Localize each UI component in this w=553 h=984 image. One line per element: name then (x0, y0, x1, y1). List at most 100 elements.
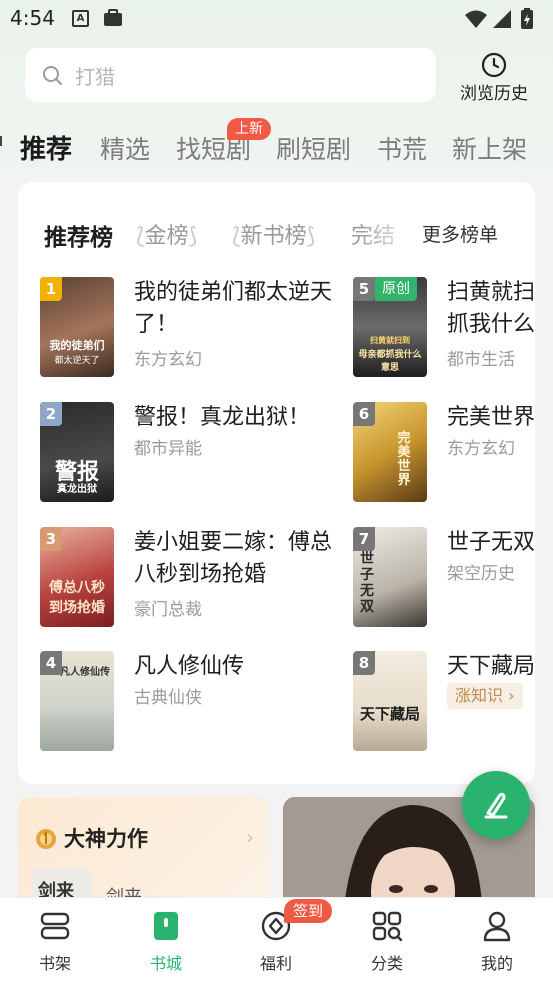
nav-profile[interactable]: 我的 (452, 910, 542, 974)
bookshelf-icon (40, 912, 70, 940)
rank-number: 7 (353, 527, 375, 551)
nav-label: 书城 (149, 954, 182, 973)
book-item[interactable]: 警报 真龙出狱 2 警报！真龙出狱！ 都市异能 (40, 402, 340, 502)
ranking-tabs: 推荐榜 ⟅金榜⟆ ⟅新书榜⟆ 完结 更多榜单 (18, 212, 535, 252)
rank-tab-recommend[interactable]: 推荐榜 (44, 218, 113, 252)
search-icon (43, 66, 62, 85)
nav-label: 分类 (370, 954, 403, 973)
master-works-title: 大神力作 (64, 827, 148, 851)
book-title: 警报！真龙出狱！ (134, 405, 311, 430)
knowledge-tag[interactable]: 涨知识 › (447, 683, 523, 709)
laurel-right-icon: ⟆ (188, 224, 198, 249)
book-genre: 东方玄幻 (134, 350, 202, 370)
book-cover: 傅总八秒 到场抢婚 3 (40, 527, 114, 627)
laurel-right-icon: ⟆ (306, 224, 316, 249)
rank-number: 5 (353, 277, 375, 301)
tab-fade (358, 212, 418, 252)
book-cover: 我的徒弟们 都太逆天了 1 (40, 277, 114, 377)
rank-tab-new-label: 新书榜 (240, 224, 307, 249)
book-genre: 架空历史 (447, 564, 515, 584)
laurel-left-icon: ⟅ (232, 224, 241, 249)
cover-title: 扫黄就扫到 (370, 336, 410, 345)
rank-number: 1 (40, 277, 62, 301)
book-title-line: 抓我什么 (447, 312, 535, 337)
book-title-line: 我的徒弟们都太逆天 (134, 280, 333, 305)
cover-title: 世子无双 (360, 551, 374, 615)
new-badge: 上新 (227, 118, 271, 140)
ranking-card: 推荐榜 ⟅金榜⟆ ⟅新书榜⟆ 完结 更多榜单 我的徒弟们 都太逆天了 1 我的徒… (18, 182, 535, 784)
tab-book-shortage[interactable]: 书荒 (377, 130, 427, 166)
rank-tab-gold[interactable]: ⟅金榜⟆ (136, 218, 197, 250)
book-genre: 东方玄幻 (447, 439, 515, 459)
cover-subtitle: 到场抢婚 (49, 600, 105, 616)
rank-number: 2 (40, 402, 62, 426)
book-cover: 扫黄就扫到 母亲都抓我什么意思 5 原创 (353, 277, 427, 377)
tab-new-arrivals[interactable]: 新上架 (452, 130, 527, 166)
more-rankings-link[interactable]: 更多榜单 (416, 220, 499, 247)
tab-recommend[interactable]: 推荐 (20, 129, 72, 166)
clock-icon (481, 52, 507, 78)
book-item[interactable]: 傅总八秒 到场抢婚 3 姜小姐要二嫁：傅总 八秒到场抢婚 豪门总裁 (40, 527, 340, 627)
rank-number: 6 (353, 402, 375, 426)
book-cover: 警报 真龙出狱 2 (40, 402, 114, 502)
tab-featured[interactable]: 精选 (100, 130, 150, 166)
cover-subtitle: 真龙出狱 (57, 484, 97, 495)
cover-title: 完美世界 (397, 431, 411, 488)
category-icon (372, 911, 403, 942)
status-bar: 4:54 A (0, 0, 553, 38)
bottom-navigation: 书架 书城 福利 分类 我的 (0, 897, 553, 984)
cover-subtitle: 母亲都抓我什么意思 (358, 350, 422, 373)
status-time: 4:54 (10, 6, 55, 30)
rank-number: 3 (40, 527, 62, 551)
book-genre: 都市异能 (134, 439, 202, 459)
nav-label: 福利 (259, 954, 292, 973)
sign-in-badge[interactable]: 签到 (284, 899, 333, 923)
bookstore-icon (154, 912, 178, 940)
cover-subtitle: 都太逆天了 (54, 356, 100, 366)
write-button[interactable] (462, 771, 530, 839)
cover-title: 天下藏局 (359, 705, 420, 723)
book-title: 我的徒弟们都太逆天 了！ (134, 277, 332, 341)
book-title: 姜小姐要二嫁：傅总 八秒到场抢婚 (134, 527, 332, 591)
book-item[interactable]: 天下藏局 8 天下藏局 涨知识 › (353, 651, 535, 751)
book-cover: 凡人修仙传 4 (40, 651, 114, 751)
book-title: 世子无双 (447, 530, 535, 555)
book-item[interactable]: 扫黄就扫到 母亲都抓我什么意思 5 原创 扫黄就扫 抓我什么 都市生活 (353, 277, 535, 377)
book-title-line: 了！ (134, 312, 179, 337)
category-tabs: 推荐 精选 找短剧 上新 刷短剧 书荒 新上架 (0, 118, 553, 178)
laurel-left-icon: ⟅ (136, 224, 145, 249)
book-title-line: 姜小姐要二嫁：傅总 (134, 530, 333, 555)
signal-icon (493, 10, 511, 28)
search-placeholder: 打猎 (75, 65, 115, 89)
cover-title: 凡人修仙传 (60, 667, 110, 678)
profile-icon (483, 911, 511, 942)
book-item[interactable]: 我的徒弟们 都太逆天了 1 我的徒弟们都太逆天 了！ 东方玄幻 (40, 277, 340, 377)
book-genre: 都市生活 (447, 350, 515, 370)
nav-bookshelf[interactable]: 书架 (10, 910, 100, 974)
bag-icon (104, 9, 122, 26)
book-title: 完美世界 (447, 405, 535, 430)
history-label: 浏览历史 (460, 84, 528, 104)
nav-label: 我的 (480, 954, 513, 973)
book-genre: 古典仙侠 (134, 688, 202, 708)
book-item[interactable]: 凡人修仙传 4 凡人修仙传 古典仙侠 (40, 651, 340, 751)
book-item[interactable]: 世子无双 7 世子无双 架空历史 (353, 527, 535, 627)
nav-category[interactable]: 分类 (342, 910, 432, 974)
rank-tab-gold-label: 金榜 (144, 224, 189, 249)
book-title: 凡人修仙传 (134, 654, 245, 679)
wifi-icon (465, 10, 487, 28)
book-title: 天下藏局 (447, 654, 535, 679)
nav-bookstore[interactable]: 书城 (121, 910, 211, 974)
tab-watch-short-drama[interactable]: 刷短剧 (276, 130, 351, 166)
medal-icon (36, 829, 56, 849)
rank-tab-new[interactable]: ⟅新书榜⟆ (232, 218, 315, 250)
a-notification-icon: A (72, 10, 89, 27)
browse-history-button[interactable]: 浏览历史 (452, 50, 536, 108)
book-cover: 完美世界 6 (353, 402, 427, 502)
rank-number: 4 (40, 651, 62, 675)
cover-title: 傅总八秒 (49, 580, 105, 596)
book-item[interactable]: 完美世界 6 完美世界 东方玄幻 (353, 402, 535, 502)
search-input[interactable]: 打猎 (25, 48, 436, 102)
book-cover: 世子无双 7 (353, 527, 427, 627)
pen-icon (484, 792, 508, 819)
